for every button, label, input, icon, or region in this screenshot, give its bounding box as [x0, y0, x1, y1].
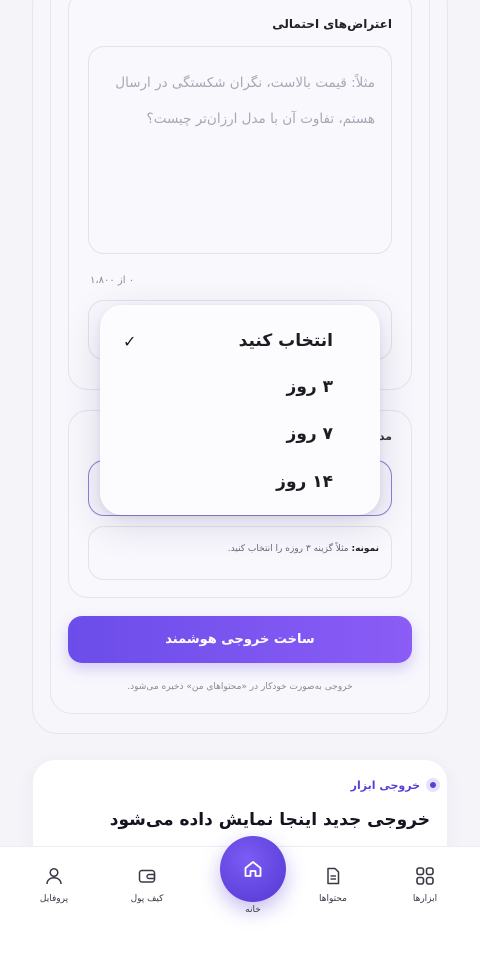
document-icon [327, 867, 340, 885]
build-output-button[interactable]: ساخت خروجی هوشمند [68, 616, 412, 663]
nav-label-profile: پروفایل [39, 894, 69, 904]
dropdown-option-label: انتخاب کنید [238, 331, 333, 351]
dropdown-option-label: ۷ روز [286, 424, 333, 444]
checkmark-icon: ✓ [123, 331, 137, 351]
nav-item-profile[interactable]: پروفایل [19, 866, 89, 904]
home-icon [244, 861, 262, 877]
dropdown-option-3-days[interactable]: ۳ روز [100, 367, 380, 407]
dropdown-option-label: ۱۴ روز [276, 472, 333, 492]
example-bold-label: نمونه: [351, 544, 380, 554]
grid-icon [416, 867, 434, 885]
nav-label-tools: ابزارها [412, 894, 438, 904]
objections-placeholder-line-2: هستم، تفاوت آن با مدل ارزان‌تر چیست؟ [146, 111, 375, 127]
nav-item-wallet[interactable]: کیف پول [112, 866, 182, 904]
user-icon [46, 867, 62, 885]
home-button[interactable] [220, 836, 286, 902]
nav-label-home: خانه [245, 905, 261, 915]
objections-placeholder-line-1: مثلاً: قیمت بالاست، نگران شکستگی در ارسا… [115, 75, 375, 91]
nav-item-contents[interactable]: محتواها [298, 866, 368, 904]
output-title: خروجی جدید اینجا نمایش داده می‌شود [109, 810, 430, 830]
autosave-note: خروجی به‌صورت خودکار در «محتواهای من» ذخ… [127, 682, 353, 692]
duration-dropdown: انتخاب کنید ✓ ۳ روز ۷ روز ۱۴ روز [100, 305, 380, 515]
dropdown-option-14-days[interactable]: ۱۴ روز [100, 462, 380, 502]
objections-textarea[interactable]: مثلاً: قیمت بالاست، نگران شکستگی در ارسا… [88, 46, 392, 254]
nav-label-contents: محتواها [319, 894, 347, 904]
objections-label: اعتراض‌های احتمالی [272, 17, 392, 31]
duration-label: مد [378, 430, 392, 443]
dot-icon [426, 778, 440, 792]
output-tag-label: خروجی ابزار [350, 778, 420, 792]
character-counter: ۰ از ۱،۸۰۰ [90, 275, 135, 286]
wallet-icon [138, 869, 156, 883]
nav-item-tools[interactable]: ابزارها [390, 866, 460, 904]
example-hint: نمونه: مثلاً گزینه ۳ روزه را انتخاب کنید… [88, 526, 392, 580]
dropdown-option-7-days[interactable]: ۷ روز [100, 414, 380, 454]
dropdown-option-label: ۳ روز [286, 377, 333, 397]
dropdown-option-select[interactable]: انتخاب کنید ✓ [100, 321, 380, 361]
output-tag: خروجی ابزار [351, 778, 440, 792]
nav-label-wallet: کیف پول [130, 894, 164, 904]
example-text: مثلاً گزینه ۳ روزه را انتخاب کنید. [227, 544, 352, 554]
